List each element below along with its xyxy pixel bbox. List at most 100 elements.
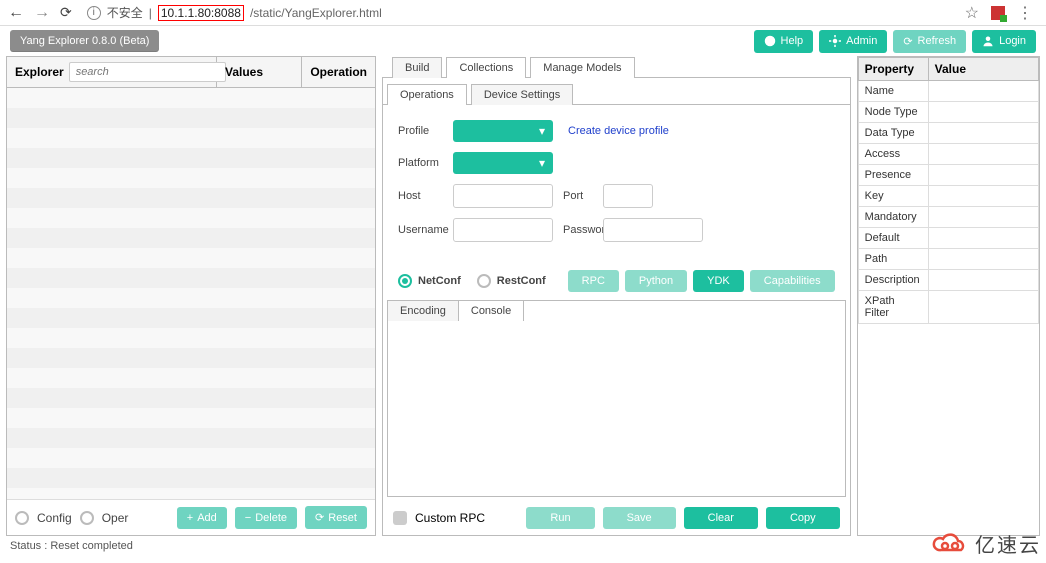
caret-down-icon: ▾ (539, 124, 545, 138)
capabilities-button[interactable]: Capabilities (750, 270, 835, 292)
bookmark-icon[interactable]: ☆ (965, 3, 979, 23)
help-button[interactable]: Help (754, 30, 814, 53)
property-row: Description (858, 270, 1038, 291)
menu-icon[interactable]: ⋮ (1017, 3, 1033, 23)
custom-rpc-label: Custom RPC (415, 511, 485, 525)
port-input[interactable] (603, 184, 653, 208)
restconf-radio[interactable] (477, 274, 491, 288)
oper-radio[interactable] (80, 511, 94, 525)
property-row: Mandatory (858, 207, 1038, 228)
info-icon[interactable]: i (87, 6, 101, 20)
address-bar[interactable]: i 不安全 | 10.1.1.80:8088/static/YangExplor… (82, 4, 955, 21)
create-profile-link[interactable]: Create device profile (568, 125, 669, 137)
insecure-label: 不安全 (107, 4, 143, 21)
property-row: Presence (858, 165, 1038, 186)
value-header: Value (928, 58, 1038, 81)
property-name: Access (858, 144, 928, 165)
user-icon (982, 35, 994, 47)
property-panel: Property Value NameNode TypeData TypeAcc… (857, 56, 1040, 536)
refresh-button[interactable]: ⟳Refresh (893, 30, 966, 53)
clear-button[interactable]: Clear (684, 507, 758, 529)
tab-operations[interactable]: Operations (387, 84, 467, 105)
property-value (928, 81, 1038, 102)
login-button[interactable]: Login (972, 30, 1036, 53)
property-name: Path (858, 249, 928, 270)
property-value (928, 144, 1038, 165)
console-output[interactable] (388, 321, 845, 496)
property-name: Name (858, 81, 928, 102)
property-value (928, 165, 1038, 186)
run-button[interactable]: Run (526, 507, 594, 529)
tab-manage[interactable]: Manage Models (530, 57, 634, 78)
delete-button[interactable]: −Delete (235, 507, 297, 529)
tab-collections[interactable]: Collections (446, 57, 526, 78)
property-row: Name (858, 81, 1038, 102)
ydk-button[interactable]: YDK (693, 270, 744, 292)
property-name: Data Type (858, 123, 928, 144)
tab-device-settings[interactable]: Device Settings (471, 84, 573, 105)
property-name: XPath Filter (858, 291, 928, 324)
protocol-row: NetConf RestConf RPC Python YDK Capabili… (383, 262, 850, 300)
admin-button[interactable]: Admin (819, 30, 887, 53)
url-path: /static/YangExplorer.html (250, 6, 382, 20)
python-button[interactable]: Python (625, 270, 687, 292)
copy-button[interactable]: Copy (766, 507, 840, 529)
property-row: Node Type (858, 102, 1038, 123)
reset-button[interactable]: ⟳Reset (305, 506, 367, 529)
port-label: Port (553, 190, 603, 202)
add-button[interactable]: +Add (177, 507, 227, 529)
operation-header: Operation (302, 57, 375, 87)
search-input[interactable] (69, 62, 226, 82)
plus-icon: + (187, 512, 193, 524)
rpc-button[interactable]: RPC (568, 270, 619, 292)
tab-build[interactable]: Build (392, 57, 442, 78)
property-name: Description (858, 270, 928, 291)
property-row: Access (858, 144, 1038, 165)
property-name: Node Type (858, 102, 928, 123)
property-row: Path (858, 249, 1038, 270)
property-value (928, 270, 1038, 291)
values-header: Values (217, 57, 302, 87)
back-icon[interactable]: ← (8, 4, 24, 22)
property-value (928, 123, 1038, 144)
watermark-text: 亿速云 (975, 529, 1041, 558)
password-input[interactable] (603, 218, 703, 242)
property-value (928, 102, 1038, 123)
config-radio[interactable] (15, 511, 29, 525)
property-value (928, 207, 1038, 228)
app-toolbar: Yang Explorer 0.8.0 (Beta) Help Admin ⟳R… (0, 26, 1046, 56)
reload-icon[interactable]: ⟳ (60, 4, 72, 21)
custom-rpc-checkbox[interactable] (393, 511, 407, 525)
caret-down-icon: ▾ (539, 156, 545, 170)
profile-dropdown[interactable]: ▾ (453, 120, 553, 142)
property-name: Default (858, 228, 928, 249)
property-name: Mandatory (858, 207, 928, 228)
main-tabs: Build Collections Manage Models (382, 56, 851, 78)
property-name: Presence (858, 165, 928, 186)
netconf-label: NetConf (418, 275, 461, 287)
forward-icon: → (34, 4, 50, 22)
reset-icon: ⟳ (315, 511, 324, 524)
status-bar: Status : Reset completed (0, 536, 1046, 556)
github-icon (764, 35, 776, 47)
netconf-radio[interactable] (398, 274, 412, 288)
platform-dropdown[interactable]: ▾ (453, 152, 553, 174)
username-input[interactable] (453, 218, 553, 242)
left-panel: Explorer Values Operation Config Oper +A… (6, 56, 376, 536)
tab-encoding[interactable]: Encoding (388, 301, 459, 321)
tab-console[interactable]: Console (459, 301, 524, 321)
console-footer: Custom RPC Run Save Clear Copy (383, 501, 850, 535)
center-panel: Build Collections Manage Models Operatio… (382, 56, 851, 536)
property-row: XPath Filter (858, 291, 1038, 324)
host-label: Host (398, 190, 453, 202)
extension-icon[interactable] (991, 6, 1005, 20)
username-label: Username (398, 224, 453, 236)
host-input[interactable] (453, 184, 553, 208)
save-button[interactable]: Save (603, 507, 676, 529)
property-value (928, 291, 1038, 324)
sub-tabs: Operations Device Settings (383, 78, 850, 105)
oper-label: Oper (102, 511, 129, 525)
tree-body[interactable] (7, 88, 375, 499)
property-value (928, 228, 1038, 249)
operations-form: Profile ▾ Create device profile Platform… (383, 105, 850, 262)
